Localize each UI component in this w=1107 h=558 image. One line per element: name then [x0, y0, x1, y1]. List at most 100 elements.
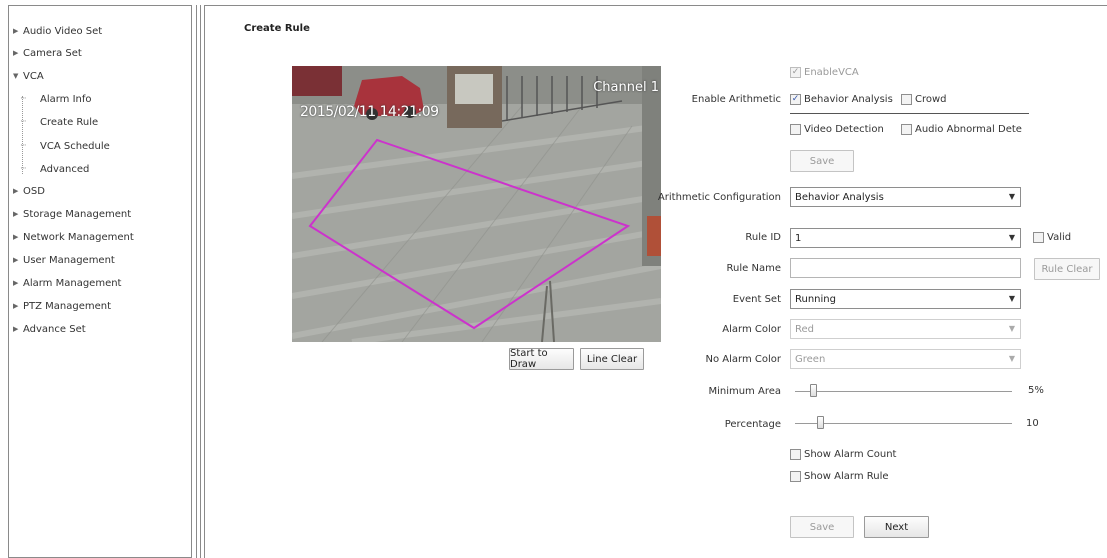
tree-branch-icon: ··· — [20, 94, 27, 104]
frame-divider[interactable] — [200, 5, 201, 558]
chevron-down-icon: ▼ — [1008, 354, 1015, 363]
arithmetic-configuration-label: Arithmetic Configuration — [657, 192, 781, 203]
behavior-analysis-checkbox[interactable]: ✓ Behavior Analysis — [790, 94, 893, 105]
show-alarm-rule-checkbox[interactable]: Show Alarm Rule — [790, 471, 889, 482]
checkbox-checked-icon: ✓ — [790, 67, 801, 78]
alarm-color-label: Alarm Color — [722, 324, 781, 335]
sidebar-item-label: VCA Schedule — [40, 140, 110, 152]
show-alarm-count-checkbox[interactable]: Show Alarm Count — [790, 449, 896, 460]
rule-id-label: Rule ID — [745, 232, 781, 243]
next-button[interactable]: Next — [864, 516, 929, 538]
checkbox-label: Crowd — [915, 94, 947, 105]
sidebar-item-camera-set[interactable]: ▶ Camera Set — [13, 45, 82, 61]
minimum-area-value: 5% — [1028, 385, 1044, 396]
chevron-down-icon: ▼ — [1008, 233, 1015, 242]
video-preview[interactable]: 2015/02/11 14:21:09 Channel 1 — [292, 66, 661, 342]
sidebar-item-label: Advanced — [40, 163, 90, 175]
sidebar-item-label: Create Rule — [40, 116, 99, 128]
save-button[interactable]: Save — [790, 516, 854, 538]
sidebar-item-label: Alarm Management — [23, 277, 122, 289]
tree-branch-icon: ··· — [20, 117, 27, 127]
enable-vca-checkbox[interactable]: ✓ EnableVCA — [790, 67, 859, 78]
save-arithmetic-button[interactable]: Save — [790, 150, 854, 172]
expand-arrow-icon: ▶ — [13, 49, 19, 57]
minimum-area-slider[interactable] — [795, 391, 1012, 392]
checkbox-label: Behavior Analysis — [804, 94, 893, 105]
sidebar-item-label: User Management — [23, 254, 115, 266]
chevron-down-icon: ▼ — [1008, 294, 1015, 303]
rule-clear-button[interactable]: Rule Clear — [1034, 258, 1100, 280]
sidebar-item-user-management[interactable]: ▶ User Management — [13, 252, 115, 268]
valid-checkbox[interactable]: Valid — [1033, 232, 1071, 243]
select-value: Behavior Analysis — [795, 191, 884, 203]
chevron-down-icon: ▼ — [1008, 324, 1015, 333]
sidebar-item-storage-management[interactable]: ▶ Storage Management — [13, 206, 131, 222]
crowd-checkbox[interactable]: Crowd — [901, 94, 947, 105]
checkbox-label: Audio Abnormal Dete — [915, 124, 1022, 135]
sidebar-item-osd[interactable]: ▶ OSD — [13, 183, 45, 199]
sidebar-item-alarm-info[interactable]: ··· Alarm Info — [20, 91, 92, 107]
sidebar-item-advance-set[interactable]: ▶ Advance Set — [13, 321, 86, 337]
sidebar-item-label: OSD — [23, 185, 45, 197]
enable-arithmetic-label: Enable Arithmetic — [691, 94, 781, 105]
osd-channel-name: Channel 1 — [593, 80, 659, 95]
sidebar-item-label: Alarm Info — [40, 93, 92, 105]
expand-arrow-icon: ▶ — [13, 210, 19, 218]
sidebar-item-vca-schedule[interactable]: ··· VCA Schedule — [20, 138, 110, 154]
checkbox-icon — [901, 124, 912, 135]
select-value: 1 — [795, 232, 802, 244]
percentage-slider[interactable] — [795, 423, 1012, 424]
expand-arrow-icon: ▶ — [13, 233, 19, 241]
expand-arrow-icon: ▶ — [13, 27, 19, 35]
select-value: Running — [795, 293, 836, 305]
video-detection-checkbox[interactable]: Video Detection — [790, 124, 884, 135]
sidebar-item-label: Camera Set — [23, 47, 82, 59]
checkbox-checked-icon: ✓ — [790, 94, 801, 105]
checkbox-icon — [790, 449, 801, 460]
arithmetic-configuration-select[interactable]: Behavior Analysis ▼ — [790, 187, 1021, 207]
alarm-color-select[interactable]: Red ▼ — [790, 319, 1021, 339]
checkbox-label: EnableVCA — [804, 67, 859, 78]
collapse-arrow-icon: ▼ — [13, 72, 19, 80]
percentage-value: 10 — [1026, 418, 1039, 429]
sidebar-item-audio-video-set[interactable]: ▶ Audio Video Set — [13, 23, 102, 39]
sidebar-item-ptz-management[interactable]: ▶ PTZ Management — [13, 298, 111, 314]
sidebar-item-alarm-management[interactable]: ▶ Alarm Management — [13, 275, 121, 291]
checkbox-label: Valid — [1047, 232, 1072, 243]
rule-id-select[interactable]: 1 ▼ — [790, 228, 1021, 248]
rule-name-label: Rule Name — [726, 263, 781, 274]
expand-arrow-icon: ▶ — [13, 325, 19, 333]
minimum-area-label: Minimum Area — [708, 386, 781, 397]
audio-abnormal-checkbox[interactable]: Audio Abnormal Dete — [901, 124, 1022, 135]
sidebar-item-network-management[interactable]: ▶ Network Management — [13, 229, 134, 245]
start-to-draw-button[interactable]: Start to Draw — [509, 348, 574, 370]
sidebar-item-label: PTZ Management — [23, 300, 112, 312]
percentage-label: Percentage — [724, 419, 781, 430]
checkbox-label: Show Alarm Rule — [804, 471, 889, 482]
divider — [790, 113, 1029, 114]
no-alarm-color-label: No Alarm Color — [705, 354, 782, 365]
percentage-slider-thumb[interactable] — [816, 416, 824, 429]
minimum-area-slider-thumb[interactable] — [809, 384, 817, 397]
sidebar-item-vca[interactable]: ▼ VCA — [13, 68, 44, 84]
select-value: Red — [795, 323, 814, 335]
no-alarm-color-select[interactable]: Green ▼ — [790, 349, 1021, 369]
line-clear-button[interactable]: Line Clear — [580, 348, 644, 370]
checkbox-icon — [1033, 232, 1044, 243]
select-value: Green — [795, 353, 826, 365]
expand-arrow-icon: ▶ — [13, 187, 19, 195]
sidebar-item-label: Advance Set — [23, 323, 86, 335]
tree-branch-icon: ··· — [20, 164, 27, 174]
tree-branch-icon: ··· — [20, 141, 27, 151]
rule-name-input[interactable] — [790, 258, 1021, 278]
event-set-select[interactable]: Running ▼ — [790, 289, 1021, 309]
event-set-label: Event Set — [732, 294, 781, 305]
checkbox-icon — [790, 124, 801, 135]
sidebar-item-advanced[interactable]: ··· Advanced — [20, 161, 89, 177]
osd-timestamp: 2015/02/11 14:21:09 — [300, 104, 439, 120]
checkbox-label: Video Detection — [804, 124, 884, 135]
sidebar-item-create-rule[interactable]: ··· Create Rule — [20, 114, 98, 130]
expand-arrow-icon: ▶ — [13, 256, 19, 264]
checkbox-label: Show Alarm Count — [804, 449, 897, 460]
frame-divider[interactable] — [196, 5, 197, 558]
